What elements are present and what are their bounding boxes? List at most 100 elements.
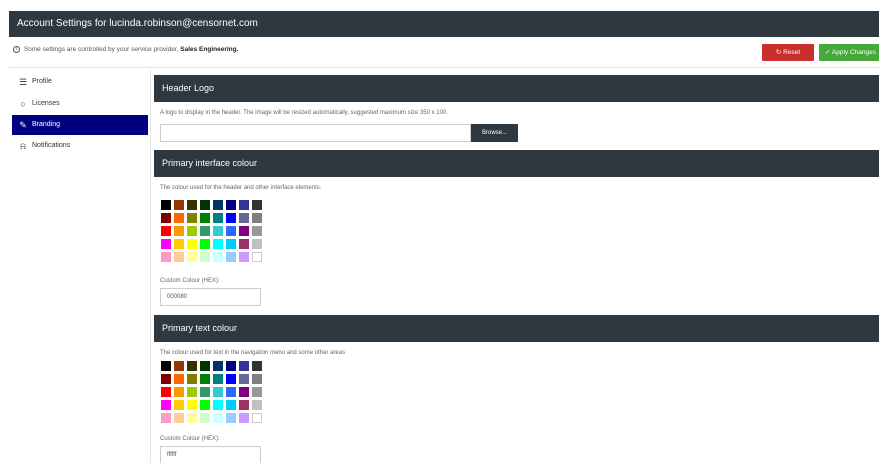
text-custom-colour-input[interactable]: ffffff [160, 446, 261, 463]
colour-swatch[interactable] [252, 200, 262, 210]
colour-swatch[interactable] [187, 239, 197, 249]
interface-custom-colour-input[interactable]: 000080 [160, 288, 261, 306]
colour-swatch[interactable] [226, 374, 236, 384]
colour-swatch[interactable] [187, 226, 197, 236]
colour-swatch[interactable] [200, 252, 210, 262]
reset-button[interactable]: ↻ Reset [762, 44, 814, 61]
colour-swatch[interactable] [252, 400, 262, 410]
colour-swatch[interactable] [252, 387, 262, 397]
apply-label: Apply Changes [831, 49, 876, 56]
colour-swatch[interactable] [239, 200, 249, 210]
colour-swatch[interactable] [239, 413, 249, 423]
colour-swatch[interactable] [213, 374, 223, 384]
colour-swatch[interactable] [239, 374, 249, 384]
reset-label: Reset [783, 49, 801, 56]
colour-swatch[interactable] [174, 252, 184, 262]
colour-swatch[interactable] [161, 226, 171, 236]
info-bar: i Some settings are controlled by your s… [9, 37, 879, 68]
colour-swatch[interactable] [213, 213, 223, 223]
colour-swatch[interactable] [239, 239, 249, 249]
colour-swatch[interactable] [174, 226, 184, 236]
colour-swatch[interactable] [187, 213, 197, 223]
colour-swatch[interactable] [213, 387, 223, 397]
sidebar-item-label: Profile [32, 78, 52, 85]
colour-swatch[interactable] [213, 239, 223, 249]
colour-swatch[interactable] [213, 200, 223, 210]
colour-swatch[interactable] [239, 252, 249, 262]
colour-swatch[interactable] [174, 213, 184, 223]
colour-swatch[interactable] [200, 239, 210, 249]
logo-file-input[interactable] [160, 124, 471, 142]
colour-swatch[interactable] [161, 361, 171, 371]
colour-swatch[interactable] [161, 200, 171, 210]
colour-swatch[interactable] [239, 226, 249, 236]
colour-swatch[interactable] [226, 400, 236, 410]
sidebar-item-notifications[interactable]: ⍾ Notifications [12, 136, 148, 156]
colour-swatch[interactable] [187, 200, 197, 210]
colour-swatch[interactable] [161, 387, 171, 397]
colour-swatch[interactable] [187, 374, 197, 384]
interface-colour-palette [161, 200, 262, 262]
sidebar-item-branding[interactable]: ✎ Branding [12, 115, 148, 135]
sidebar-item-licenses[interactable]: ○ Licenses [12, 94, 148, 114]
header-logo-heading: Header Logo [154, 75, 879, 102]
colour-swatch[interactable] [226, 361, 236, 371]
colour-swatch[interactable] [239, 400, 249, 410]
primary-text-description: The colour used for text in the navigati… [160, 350, 346, 356]
colour-swatch[interactable] [187, 387, 197, 397]
colour-swatch[interactable] [226, 252, 236, 262]
browse-button[interactable]: Browse... [471, 124, 518, 142]
colour-swatch[interactable] [226, 413, 236, 423]
primary-text-colour-heading: Primary text colour [154, 315, 879, 342]
sidebar-item-profile[interactable]: ☰ Profile [12, 72, 148, 92]
colour-swatch[interactable] [200, 213, 210, 223]
colour-swatch[interactable] [187, 413, 197, 423]
colour-swatch[interactable] [200, 413, 210, 423]
colour-swatch[interactable] [252, 239, 262, 249]
colour-swatch[interactable] [213, 226, 223, 236]
colour-swatch[interactable] [226, 239, 236, 249]
colour-swatch[interactable] [200, 387, 210, 397]
colour-swatch[interactable] [239, 361, 249, 371]
colour-swatch[interactable] [200, 226, 210, 236]
colour-swatch[interactable] [161, 239, 171, 249]
colour-swatch[interactable] [187, 361, 197, 371]
colour-swatch[interactable] [174, 361, 184, 371]
sidebar-nav: ☰ Profile ○ Licenses ✎ Branding ⍾ Notifi… [9, 70, 149, 463]
colour-swatch[interactable] [161, 374, 171, 384]
colour-swatch[interactable] [226, 213, 236, 223]
colour-swatch[interactable] [174, 239, 184, 249]
colour-swatch[interactable] [252, 252, 262, 262]
colour-swatch[interactable] [174, 413, 184, 423]
colour-swatch[interactable] [161, 413, 171, 423]
colour-swatch[interactable] [200, 400, 210, 410]
colour-swatch[interactable] [174, 374, 184, 384]
colour-swatch[interactable] [239, 213, 249, 223]
colour-swatch[interactable] [239, 387, 249, 397]
colour-swatch[interactable] [213, 361, 223, 371]
colour-swatch[interactable] [187, 252, 197, 262]
colour-swatch[interactable] [187, 400, 197, 410]
colour-swatch[interactable] [226, 200, 236, 210]
colour-swatch[interactable] [252, 374, 262, 384]
colour-swatch[interactable] [252, 226, 262, 236]
bell-icon: ⍾ [20, 141, 26, 151]
colour-swatch[interactable] [226, 226, 236, 236]
colour-swatch[interactable] [174, 387, 184, 397]
colour-swatch[interactable] [252, 361, 262, 371]
colour-swatch[interactable] [252, 413, 262, 423]
colour-swatch[interactable] [161, 400, 171, 410]
colour-swatch[interactable] [213, 413, 223, 423]
colour-swatch[interactable] [226, 387, 236, 397]
apply-changes-button[interactable]: ✓ Apply Changes [819, 44, 879, 61]
colour-swatch[interactable] [200, 361, 210, 371]
colour-swatch[interactable] [200, 374, 210, 384]
colour-swatch[interactable] [174, 400, 184, 410]
colour-swatch[interactable] [200, 200, 210, 210]
colour-swatch[interactable] [252, 213, 262, 223]
colour-swatch[interactable] [161, 252, 171, 262]
colour-swatch[interactable] [161, 213, 171, 223]
colour-swatch[interactable] [213, 252, 223, 262]
colour-swatch[interactable] [213, 400, 223, 410]
colour-swatch[interactable] [174, 200, 184, 210]
